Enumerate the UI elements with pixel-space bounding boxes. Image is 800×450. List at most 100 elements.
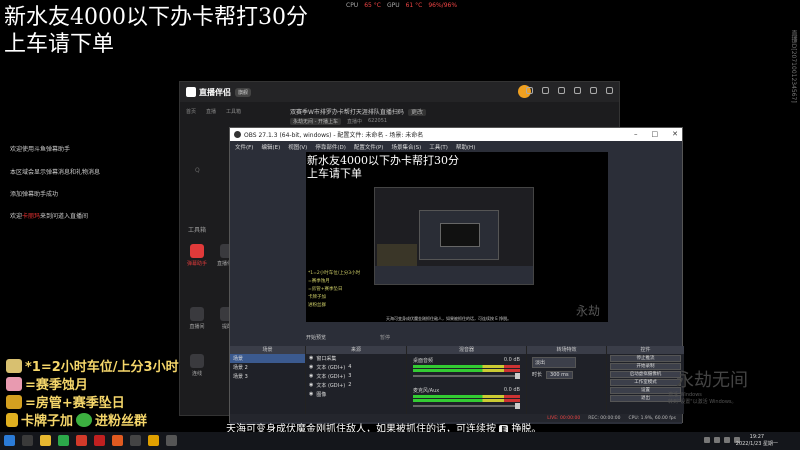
- preview-sub[interactable]: 暂停: [380, 334, 390, 341]
- tab-live[interactable]: 直播: [206, 108, 216, 115]
- mixer-channel-db: 0.0 dB: [503, 357, 520, 363]
- canvas-subtitle: 天海可变身成伏魔金刚抓住敌人，如果被抓住的话，可连续按 E 挣脱。: [386, 316, 512, 321]
- eye-icon[interactable]: ◉: [309, 355, 313, 362]
- app-icon[interactable]: [76, 435, 87, 446]
- transition-select[interactable]: 淡出: [532, 357, 576, 368]
- menu-docks[interactable]: 停靠部件(D): [315, 143, 346, 151]
- app-icon[interactable]: [112, 435, 123, 446]
- mixer-channel-name: 麦克风/Aux: [413, 388, 440, 394]
- nested-obs-capture: [419, 210, 499, 260]
- scene-item[interactable]: 场景: [230, 354, 305, 363]
- hud-fps-value: 96%/96%: [428, 2, 458, 9]
- virtual-camera-button[interactable]: 启动虚拟摄像机: [610, 371, 681, 378]
- wechat-icon[interactable]: [58, 435, 69, 446]
- menu-file[interactable]: 文件(F): [235, 143, 253, 151]
- tab-home[interactable]: 首页: [186, 108, 196, 115]
- hud-gpu-value: 61 °C: [405, 2, 423, 9]
- eye-icon[interactable]: ◉: [309, 391, 313, 398]
- source-item[interactable]: ◉ 文本 (GDI+) 4: [306, 363, 406, 372]
- promo-line-4: 卡牌子加 进粉丝群: [6, 410, 147, 429]
- source-name: 文本 (GDI+): [316, 365, 346, 371]
- source-name: 文本 (GDI+): [316, 374, 346, 380]
- volume-icon[interactable]: [724, 437, 730, 443]
- menu-view[interactable]: 视图(V): [288, 143, 307, 151]
- stream-category[interactable]: 永劫无间 - 开播上车: [290, 118, 341, 125]
- stop-streaming-button[interactable]: 停止推流: [610, 355, 681, 362]
- menu-icon[interactable]: [574, 87, 581, 94]
- close-icon[interactable]: ✕: [672, 130, 678, 138]
- mixer-row-mic: 麦克风/Aux 0.0 dB: [413, 387, 520, 394]
- obs-titlebar: OBS 27.1.3 (64-bit, windows) - 配置文件: 未命名…: [230, 128, 682, 141]
- promo-text: *1=2小时车位/上分3小时: [25, 360, 179, 375]
- network-icon[interactable]: [714, 437, 720, 443]
- menu-scene-collection[interactable]: 场景集合(S): [391, 143, 421, 151]
- tool-link[interactable]: 连线: [182, 354, 212, 377]
- preview-label: 开始预览: [306, 335, 327, 341]
- task-view-icon[interactable]: [22, 435, 33, 446]
- maximize-icon[interactable]: □: [652, 130, 659, 138]
- app-icon[interactable]: [94, 435, 105, 446]
- source-tag: 2: [348, 382, 352, 388]
- tab-toolbox[interactable]: 工具箱: [226, 108, 241, 115]
- menu-help[interactable]: 帮助(H): [456, 143, 475, 151]
- obs-docks: 场景 场景 场景 2 场景 3 ＋ － ∧ ∨ 来源 ◉窗口采集 ◉文本 (GD…: [230, 346, 684, 424]
- search-icon[interactable]: Q: [195, 167, 200, 174]
- menu-edit[interactable]: 编辑(E): [261, 143, 280, 151]
- taskbar-clock[interactable]: 19:27 2022/1/23 星期一: [736, 434, 778, 448]
- volume-slider-knob[interactable]: [515, 373, 520, 379]
- tool-danmaku[interactable]: 弹幕助手: [182, 244, 212, 267]
- controls-header: 控件: [607, 346, 684, 354]
- menu-tools[interactable]: 工具(T): [429, 143, 448, 151]
- promo-text: =赛季蚀月: [25, 378, 88, 393]
- volume-slider[interactable]: [413, 373, 520, 379]
- danmaku-icon: [190, 244, 204, 258]
- canvas-promo-5: 进粉丝群: [308, 303, 326, 308]
- tool-label: 直播间: [189, 324, 205, 330]
- obs-preview-canvas[interactable]: 新水友4000以下办卡帮打30分 上车请下单 *1=2小时车位/上分3小时 =赛…: [306, 152, 608, 322]
- studio-mode-button[interactable]: 工作室模式: [610, 379, 681, 386]
- scene-item[interactable]: 场景 3: [230, 372, 305, 381]
- companion-logo: 直播伴侣: [186, 87, 231, 98]
- source-item[interactable]: ◉ 图像: [306, 390, 406, 399]
- skin-icon[interactable]: [542, 87, 549, 94]
- taskbar: 19:27 2022/1/23 星期一: [0, 432, 800, 450]
- source-item[interactable]: ◉ 窗口采集: [306, 354, 406, 363]
- rec-timer: REC: 00:00:00: [588, 415, 621, 421]
- close-icon[interactable]: [606, 87, 613, 94]
- start-recording-button[interactable]: 开始录制: [610, 363, 681, 370]
- tray-icon[interactable]: [704, 437, 710, 443]
- promo-line-1: *1=2小时车位/上分3小时: [6, 356, 179, 375]
- eye-icon[interactable]: ◉: [309, 364, 313, 371]
- obs-icon[interactable]: [130, 435, 141, 446]
- source-item[interactable]: ◉ 文本 (GDI+) 3: [306, 372, 406, 381]
- eye-icon[interactable]: ◉: [309, 382, 313, 389]
- mail-icon[interactable]: [558, 87, 565, 94]
- clock-time: 19:27: [749, 434, 765, 440]
- obs-window-controls: – □ ✕: [634, 130, 678, 138]
- obs-title: OBS 27.1.3 (64-bit, windows) - 配置文件: 未命名…: [244, 132, 424, 139]
- minimize-icon[interactable]: –: [634, 130, 638, 138]
- tool-room[interactable]: 直播间: [182, 307, 212, 330]
- minimize-icon[interactable]: [590, 87, 597, 94]
- menu-profile[interactable]: 配置文件(P): [354, 143, 384, 151]
- duration-input[interactable]: 300 ms: [546, 371, 573, 379]
- volume-slider-knob[interactable]: [515, 403, 520, 409]
- clock-date: 2022/1/23 星期一: [735, 441, 778, 447]
- volume-slider[interactable]: [413, 403, 520, 409]
- folder-icon[interactable]: [40, 435, 51, 446]
- eye-icon[interactable]: ◉: [309, 373, 313, 380]
- scene-item[interactable]: 场景 2: [230, 363, 305, 372]
- companion-logo-text: 直播伴侣: [199, 87, 231, 97]
- app-icon[interactable]: [166, 435, 177, 446]
- source-item[interactable]: ◉ 文本 (GDI+) 2: [306, 381, 406, 390]
- edit-title-button[interactable]: 更改: [407, 109, 426, 116]
- transitions-panel: 淡出 时长 300 ms: [527, 354, 607, 414]
- start-icon[interactable]: [4, 435, 15, 446]
- taskbar-apps: [4, 435, 177, 446]
- companion-icon[interactable]: [148, 435, 159, 446]
- preview-toggle[interactable]: 开始预览: [306, 334, 326, 341]
- overlay-title-line1: 新水友4000以下办卡帮打30分: [4, 5, 308, 30]
- stream-status: 直播中: [346, 119, 362, 125]
- gift-icon[interactable]: [526, 87, 533, 94]
- duration-row: 时长 300 ms: [532, 371, 601, 379]
